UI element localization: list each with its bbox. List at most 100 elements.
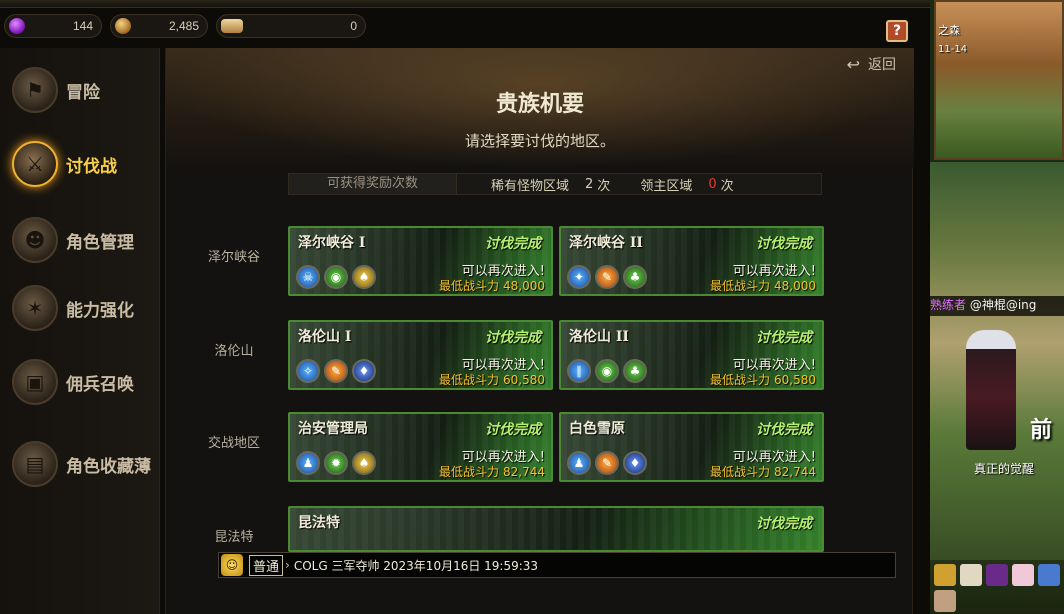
minimap[interactable]: 之森 11-14 bbox=[934, 0, 1064, 160]
awaken-text: 真正的觉醒 bbox=[974, 462, 1035, 476]
character-collection-icon: ▤ bbox=[12, 441, 58, 487]
gold-bar-icon bbox=[221, 19, 243, 33]
dungeon-name: 治安管理局 bbox=[298, 421, 368, 437]
water-element-icon: ♟ bbox=[296, 451, 320, 475]
quick-slot-bar bbox=[930, 560, 1064, 614]
dungeon-name: 洛伦山 II bbox=[569, 329, 629, 345]
enhance-icon: ✶ bbox=[12, 285, 58, 331]
sidebar-item-crusade[interactable]: ⚔ 讨伐战 bbox=[12, 134, 117, 194]
crusade-panel: ↩ 返回 贵族机要 请选择要讨伐的地区。 可获得奖励次数 稀有怪物区域 2 次 … bbox=[165, 48, 914, 614]
fire-element-icon: ✎ bbox=[595, 451, 619, 475]
chat-bar[interactable]: ☺ 普通 › COLG 三军夺帅 2023年10月16日 19:59:33 bbox=[218, 552, 896, 578]
crusade-status: 讨伐完成 bbox=[485, 236, 541, 252]
boss-area-label: 领主区域 bbox=[640, 178, 693, 194]
map-name: 之森 bbox=[938, 24, 960, 37]
region-label: 昆法特 bbox=[214, 530, 254, 545]
gold-coin-icon bbox=[115, 18, 131, 34]
dungeon-name: 洛伦山 I bbox=[298, 329, 352, 345]
return-arrow-icon: ↩ bbox=[846, 54, 860, 74]
sidebar-item-label: 能力强化 bbox=[66, 300, 134, 321]
sidebar-item-character-collection[interactable]: ▤ 角色收藏薄 bbox=[12, 434, 151, 494]
crusade-status: 讨伐完成 bbox=[756, 236, 812, 252]
note-icon[interactable] bbox=[960, 564, 982, 586]
poison-element-icon: ♣ bbox=[623, 265, 647, 289]
sidebar-item-adventure[interactable]: ⚑ 冒险 bbox=[12, 60, 100, 120]
crusade-status: 讨伐完成 bbox=[756, 516, 812, 532]
min-power-value: 48,000 bbox=[774, 279, 816, 293]
min-power: 最低战斗力 48,000 bbox=[710, 277, 816, 294]
dark-element-icon: ♦ bbox=[623, 451, 647, 475]
min-power-value: 60,580 bbox=[774, 373, 816, 387]
boss-area-value: 0 bbox=[708, 176, 717, 192]
book-icon[interactable] bbox=[986, 564, 1008, 586]
sidebar-item-enhance[interactable]: ✶ 能力强化 bbox=[12, 278, 134, 338]
rare-area-count: 稀有怪物区域 2 次 bbox=[457, 174, 610, 194]
rare-area-unit: 次 bbox=[597, 178, 611, 194]
reward-count-bar: 可获得奖励次数 稀有怪物区域 2 次 领主区域 0 次 bbox=[288, 173, 822, 195]
min-power-label: 最低战斗力 bbox=[709, 373, 770, 387]
mail-icon[interactable] bbox=[934, 590, 956, 612]
min-power-value: 82,744 bbox=[503, 465, 545, 479]
player-nameplate: 熟练者 @神棍@ing bbox=[930, 296, 1064, 316]
gem-count: 144 bbox=[72, 19, 93, 33]
boss-area-unit: 次 bbox=[720, 178, 734, 194]
dungeon-card[interactable]: 泽尔峡谷 I 讨伐完成 可以再次进入! 最低战斗力 48,000 ☠ ◉ ♠ bbox=[288, 226, 553, 296]
min-power-label: 最低战斗力 bbox=[438, 465, 499, 479]
water-element-icon: ∥ bbox=[567, 359, 591, 383]
min-power: 最低战斗力 48,000 bbox=[439, 277, 545, 294]
min-power-label: 最低战斗力 bbox=[709, 279, 770, 293]
min-power-label: 最低战斗力 bbox=[438, 279, 499, 293]
chat-channel[interactable]: 普通 bbox=[249, 554, 284, 576]
bar-count: 0 bbox=[350, 19, 357, 33]
water-element-icon: ♟ bbox=[567, 451, 591, 475]
rare-area-label: 稀有怪物区域 bbox=[491, 178, 570, 194]
dungeon-name: 泽尔峡谷 II bbox=[569, 235, 643, 251]
dungeon-card[interactable]: 治安管理局 讨伐完成 可以再次进入! 最低战斗力 82,744 ♟ ✹ ♠ bbox=[288, 412, 553, 482]
water-element-icon: ✧ bbox=[296, 359, 320, 383]
dungeon-card[interactable]: 洛伦山 I 讨伐完成 可以再次进入! 最低战斗力 60,580 ✧ ✎ ♦ bbox=[288, 320, 553, 390]
dungeon-card[interactable]: 洛伦山 II 讨伐完成 可以再次进入! 最低战斗力 60,580 ∥ ◉ ♣ bbox=[559, 320, 824, 390]
crown-icon[interactable] bbox=[934, 564, 956, 586]
help-icon[interactable]: ? bbox=[886, 20, 908, 42]
sidebar-item-character-manage[interactable]: ☻ 角色管理 bbox=[12, 210, 134, 270]
light-element-icon: ♠ bbox=[352, 451, 376, 475]
min-power-label: 最低战斗力 bbox=[438, 373, 499, 387]
dungeon-card[interactable]: 昆法特 讨伐完成 bbox=[288, 506, 824, 552]
water-element-icon: ☠ bbox=[296, 265, 320, 289]
banner-text: 前 bbox=[1030, 418, 1053, 443]
dungeon-card[interactable]: 白色雪原 讨伐完成 可以再次进入! 最低战斗力 82,744 ♟ ✎ ♦ bbox=[559, 412, 824, 482]
game-viewport: 之森 11-14 熟练者 @神棍@ing 前 真正的觉醒 bbox=[930, 0, 1064, 614]
poison-element-icon: ◉ bbox=[324, 265, 348, 289]
mercenary-summon-icon: ▣ bbox=[12, 359, 58, 405]
emoticon-icon[interactable]: ☺ bbox=[221, 554, 243, 576]
min-power: 最低战斗力 82,744 bbox=[439, 463, 545, 480]
crusade-status: 讨伐完成 bbox=[485, 422, 541, 438]
sidebar-item-mercenary-summon[interactable]: ▣ 佣兵召唤 bbox=[12, 352, 134, 412]
element-icons: ☠ ◉ ♠ bbox=[296, 265, 376, 289]
back-button[interactable]: ↩ 返回 bbox=[847, 54, 896, 74]
poison-element-icon: ✹ bbox=[324, 451, 348, 475]
sidebar-item-label: 冒险 bbox=[66, 82, 100, 103]
element-icons: ✦ ✎ ♣ bbox=[567, 265, 647, 289]
min-power-value: 48,000 bbox=[503, 279, 545, 293]
rabbit-icon[interactable] bbox=[1012, 564, 1034, 586]
crusade-status: 讨伐完成 bbox=[485, 330, 541, 346]
dungeon-card[interactable]: 泽尔峡谷 II 讨伐完成 可以再次进入! 最低战斗力 48,000 ✦ ✎ ♣ bbox=[559, 226, 824, 296]
sidebar-item-label: 讨伐战 bbox=[66, 156, 117, 177]
player-name: @神棍@ing bbox=[969, 298, 1037, 312]
page-subtitle: 请选择要讨伐的地区。 bbox=[464, 132, 615, 150]
currency-bar: 144 2,485 0 bbox=[0, 14, 930, 44]
min-power: 最低战斗力 60,580 bbox=[439, 371, 545, 388]
region-label: 泽尔峡谷 bbox=[207, 250, 260, 265]
crusade-status: 讨伐完成 bbox=[756, 422, 812, 438]
adventure-icon: ⚑ bbox=[12, 67, 58, 113]
currency-gem: 144 bbox=[4, 14, 102, 38]
tp-icon[interactable] bbox=[1038, 564, 1060, 586]
player-title: 熟练者 bbox=[930, 298, 967, 312]
chat-message: COLG 三军夺帅 2023年10月16日 19:59:33 bbox=[293, 558, 539, 573]
gold-count: 2,485 bbox=[168, 19, 199, 33]
region-label: 交战地区 bbox=[207, 436, 260, 451]
currency-gold: 2,485 bbox=[110, 14, 208, 38]
sidebar-item-label: 角色收藏薄 bbox=[66, 456, 151, 477]
min-power-value: 82,744 bbox=[774, 465, 816, 479]
